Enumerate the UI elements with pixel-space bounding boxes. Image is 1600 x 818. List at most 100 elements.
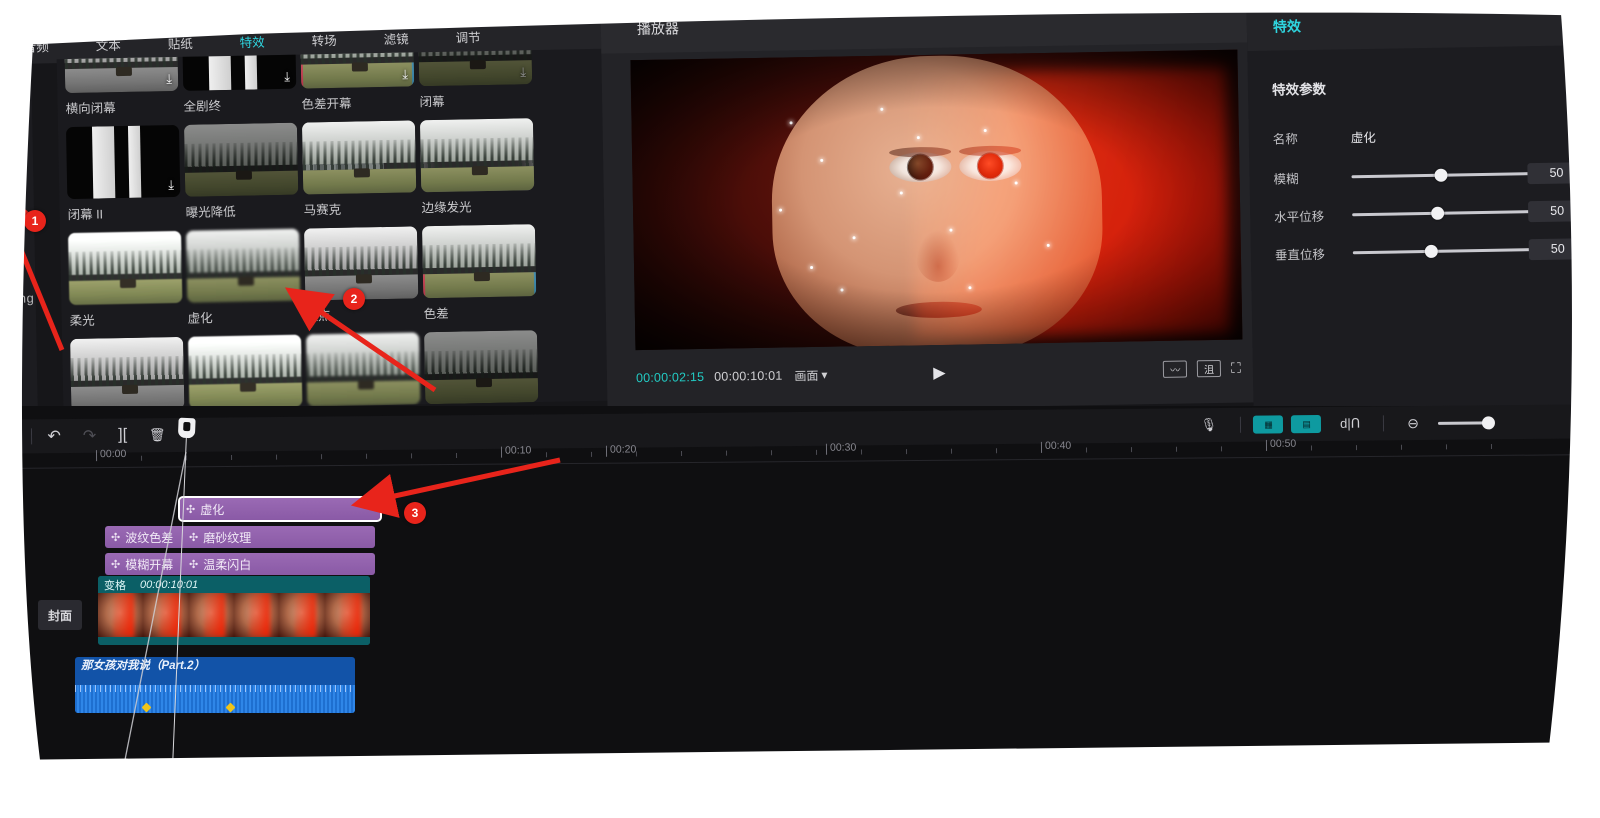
rail-item-4[interactable]: DV	[0, 257, 35, 285]
player-title: 播放器	[600, 0, 1249, 54]
param-row-blur: 模糊 50	[1249, 155, 1600, 195]
effect-item[interactable]	[70, 337, 184, 411]
menu-chevron-icon[interactable]: ⌄	[0, 426, 28, 446]
effect-item[interactable]	[424, 330, 538, 409]
redo-icon[interactable]: ↷	[72, 426, 108, 446]
effect-item[interactable]: 色差开幕	[300, 49, 415, 113]
effect-clip-label: 模糊开幕	[125, 556, 173, 573]
effect-item[interactable]: 马赛克	[302, 120, 417, 218]
effect-clip-row3[interactable]: ✣ 模糊开幕 ✣ 温柔闪白	[105, 553, 375, 575]
snap-icon[interactable]: d|ᑎ	[1329, 416, 1371, 432]
effect-item[interactable]	[188, 335, 302, 412]
effect-item[interactable]: 噪点	[304, 226, 419, 324]
effect-clip-label-2: 磨砂纹理	[203, 529, 251, 546]
ratio-selector[interactable]: 画面	[794, 366, 818, 383]
effect-icon: ✣	[189, 558, 198, 571]
effect-clip-selected[interactable]: ✣ 虚化	[180, 498, 380, 520]
effect-thumbnail[interactable]	[300, 49, 414, 89]
mute-icon: ◁	[3, 606, 12, 620]
speed-toggle[interactable]: ▤	[1291, 415, 1321, 433]
nav-tab-effects[interactable]: ✧ 特效	[215, 6, 288, 52]
effect-thumbnail[interactable]	[184, 123, 298, 197]
mic-icon[interactable]: 🎙	[1190, 417, 1229, 433]
video-clip[interactable]: 变格 00:00:10:01	[98, 576, 370, 645]
effect-thumbnail[interactable]	[304, 226, 418, 300]
effect-item[interactable]: 边缘发光	[420, 118, 535, 216]
effect-clip-label-2-wrap[interactable]: ✣ 温柔闪白	[183, 553, 251, 575]
effect-thumbnail[interactable]	[66, 125, 180, 199]
delete-icon[interactable]: 🗑	[138, 427, 177, 443]
mirror-toggle[interactable]: ▦	[1253, 415, 1283, 433]
play-button[interactable]: ▶	[933, 363, 946, 383]
nav-tab-transition[interactable]: ⋈ 转场	[287, 4, 360, 50]
effect-thumbnail[interactable]	[302, 120, 416, 194]
effect-thumbnail[interactable]	[68, 231, 182, 305]
effect-thumbnail[interactable]	[418, 49, 532, 87]
split-icon[interactable]: ][	[107, 426, 138, 444]
video-preview[interactable]	[630, 50, 1242, 351]
cover-button[interactable]: 封面	[38, 600, 82, 630]
rail-item-3[interactable]: 动感	[0, 226, 35, 258]
effect-clip-row2[interactable]: ✣ 波纹色差 ✣ 磨砂纹理	[105, 526, 375, 548]
mute-track-button[interactable]: ◁	[0, 600, 22, 626]
rail-selection-box	[0, 84, 10, 111]
chevron-down-icon[interactable]: ▾	[821, 368, 827, 382]
effect-label: 闭幕	[419, 89, 532, 110]
ruler-label-2: 00:20	[606, 443, 636, 455]
scope-icon[interactable]: 〰	[1163, 360, 1187, 377]
fullscreen-icon[interactable]: ⛶	[1231, 359, 1241, 376]
effect-item[interactable]: 柔光	[68, 231, 183, 329]
effect-item[interactable]: 闭幕	[418, 49, 533, 111]
params-tab-effects[interactable]: 特效	[1246, 0, 1597, 51]
ruler-label-3: 00:30	[826, 442, 856, 454]
nav-tab-sticker[interactable]: ◌ 贴纸	[143, 8, 216, 54]
effect-thumbnail[interactable]	[424, 330, 538, 404]
zoom-out-icon[interactable]: ⊖	[1396, 414, 1430, 431]
effect-clip-label-2-wrap[interactable]: ✣ 磨砂纹理	[183, 526, 251, 548]
rail-item-6[interactable]: 综艺	[0, 311, 36, 343]
effect-thumbnail[interactable]	[306, 332, 420, 406]
param-hoffset-slider[interactable]: 50	[1352, 210, 1532, 216]
param-hoffset-value[interactable]: 50	[1528, 200, 1586, 222]
transition-icon: ⋈	[287, 6, 359, 30]
audio-clip-title: 那女孩对我说（Part.2）	[75, 657, 355, 673]
effect-icon: ✣	[186, 503, 195, 516]
rail-item-5[interactable]: Vlogging	[0, 284, 36, 312]
rail-item-1[interactable]: 基础	[0, 164, 34, 196]
effect-thumbnail[interactable]	[188, 335, 302, 409]
nav-tab-sticker-label: 贴纸	[168, 37, 193, 52]
effect-item[interactable]: 曝光降低	[184, 123, 299, 221]
effect-item[interactable]: 色差	[422, 224, 537, 322]
effect-item[interactable]: 横向闭幕	[64, 49, 179, 117]
player-panel: 播放器	[600, 0, 1255, 414]
effects-icon: ✧	[215, 8, 287, 32]
nav-tab-audio[interactable]: ◍ 音频	[0, 11, 72, 57]
playhead-handle[interactable]	[178, 418, 196, 439]
render-quality-icon[interactable]: 沮	[1197, 359, 1221, 376]
param-blur-slider[interactable]: 50	[1351, 172, 1531, 178]
param-row-hoffset: 水平位移 50	[1250, 193, 1600, 233]
param-voffset-slider[interactable]: 50	[1353, 248, 1533, 254]
total-timecode: 00:00:10:01	[714, 369, 782, 384]
audio-clip[interactable]: 那女孩对我说（Part.2）	[75, 657, 355, 713]
nav-tab-text-label: 文本	[96, 39, 121, 54]
effect-thumbnail[interactable]	[420, 118, 534, 192]
effect-label: 曝光降低	[185, 200, 298, 221]
effect-item-blur[interactable]: 虚化	[186, 229, 301, 327]
undo-icon[interactable]: ↶	[36, 426, 72, 446]
effect-item[interactable]: 闭幕 II	[66, 125, 181, 223]
zoom-slider[interactable]	[1438, 421, 1492, 425]
effect-item[interactable]	[306, 332, 420, 411]
effect-thumbnail[interactable]	[422, 224, 536, 298]
nav-tab-filter[interactable]: ◐ 滤镜	[359, 3, 432, 49]
timeline-tracks: ✣ 虚化 ✣ 波纹色差 ✣ 磨砂纹理 ✣ 模糊开幕 ✣ 温柔闪白	[0, 464, 1600, 804]
nav-tab-adjust[interactable]: ≔ 调节	[431, 1, 504, 47]
nav-tab-text[interactable]: TI 文本	[71, 9, 144, 55]
param-blur-value[interactable]: 50	[1527, 162, 1585, 184]
effects-browser[interactable]: 横向闭幕 全剧终 色差开幕 闭幕	[57, 49, 609, 411]
param-voffset-value[interactable]: 50	[1529, 238, 1587, 260]
nav-tab-audio-label: 音频	[24, 40, 49, 55]
effect-thumbnail[interactable]	[70, 337, 184, 411]
effect-thumbnail[interactable]	[186, 229, 300, 303]
effect-item[interactable]: 全剧终	[182, 49, 297, 115]
